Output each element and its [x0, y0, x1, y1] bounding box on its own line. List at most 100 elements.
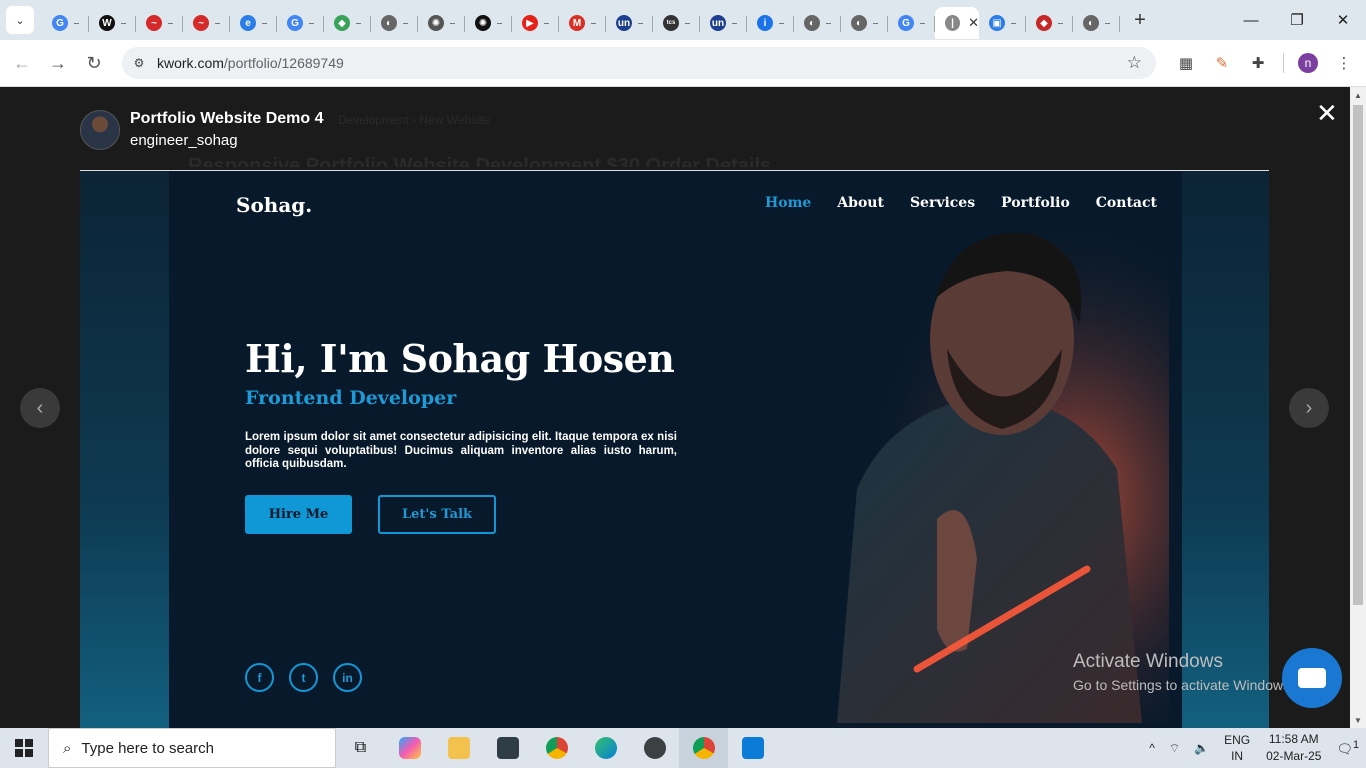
- chrome-icon: [545, 737, 568, 759]
- tab-title-fragment: [168, 22, 173, 24]
- bookmark-star-icon[interactable]: ☆: [1127, 53, 1142, 73]
- globe-icon: ◐: [851, 15, 867, 31]
- edge-button[interactable]: [581, 728, 630, 768]
- reload-button[interactable]: ↻: [76, 45, 112, 81]
- chrome-profile-button[interactable]: [679, 728, 728, 768]
- browser-tab[interactable]: ✺: [418, 7, 465, 39]
- browser-tab[interactable]: un: [606, 7, 653, 39]
- extensions-puzzle-icon[interactable]: ✚: [1240, 45, 1276, 81]
- gmail-icon: M: [569, 15, 585, 31]
- browser-tab[interactable]: ◐: [371, 7, 418, 39]
- taskbar-search-placeholder: Type here to search: [81, 739, 214, 757]
- browser-tab[interactable]: | ✕: [935, 7, 979, 39]
- tab-search-button[interactable]: ⌄: [6, 6, 34, 34]
- obs-button[interactable]: [630, 728, 679, 768]
- openai-icon: ✺: [428, 15, 444, 31]
- color-picker-icon[interactable]: ✎: [1204, 45, 1240, 81]
- site-logo: Sohag.: [236, 193, 313, 217]
- tab-title-fragment: [74, 22, 79, 24]
- chat-button[interactable]: [1282, 648, 1342, 708]
- unstop-icon: un: [616, 15, 632, 31]
- portfolio-title: Portfolio Website Demo 4: [130, 110, 324, 127]
- task-view-icon: ⧉: [354, 739, 367, 756]
- forward-button[interactable]: →: [40, 45, 76, 81]
- file-explorer-button[interactable]: [434, 728, 483, 768]
- browser-tab[interactable]: W: [89, 7, 136, 39]
- tab-title-fragment: [732, 22, 737, 24]
- browser-tab[interactable]: tcs: [653, 7, 700, 39]
- hero-portrait-image: [797, 229, 1169, 723]
- chrome-profile-icon: [692, 737, 715, 759]
- tcs-icon: tcs: [663, 15, 679, 31]
- tab-title-fragment: [1011, 22, 1016, 24]
- docs-icon: ▣: [989, 15, 1005, 31]
- address-bar[interactable]: ⚙ kwork.com/portfolio/12689749 ☆: [122, 47, 1156, 79]
- browser-tab[interactable]: ◆: [324, 7, 371, 39]
- author-avatar[interactable]: [80, 110, 120, 150]
- close-window-button[interactable]: ✕: [1320, 0, 1366, 40]
- tab-title-fragment: [685, 22, 690, 24]
- extension-grid-icon[interactable]: ▦: [1168, 45, 1204, 81]
- globe-icon: ◐: [1083, 15, 1099, 31]
- browser-tab[interactable]: ~: [183, 7, 230, 39]
- hero-title: Hi, I'm Sohag Hosen: [245, 336, 675, 381]
- browser-tab[interactable]: e: [230, 7, 277, 39]
- browser-tab[interactable]: ◐: [794, 7, 841, 39]
- back-button[interactable]: ←: [4, 45, 40, 81]
- browser-tab[interactable]: ▣: [979, 7, 1026, 39]
- task-view-button[interactable]: ⧉: [336, 728, 385, 768]
- show-hidden-icons-icon[interactable]: ^: [1142, 741, 1162, 755]
- edge-copilot-icon: e: [240, 15, 256, 31]
- youtube-icon: ▶: [522, 15, 538, 31]
- browser-tab[interactable]: G: [888, 7, 935, 39]
- profile-avatar-button[interactable]: n: [1290, 45, 1326, 81]
- browser-tab[interactable]: ~: [136, 7, 183, 39]
- browser-tab[interactable]: ◐: [1073, 7, 1120, 39]
- scroll-up-icon[interactable]: ▲: [1350, 87, 1366, 103]
- browser-tab[interactable]: un: [700, 7, 747, 39]
- start-button[interactable]: [0, 728, 48, 768]
- vscode-button[interactable]: [728, 728, 777, 768]
- lets-talk-button: Let's Talk: [378, 495, 496, 534]
- browser-tab[interactable]: ▶: [512, 7, 559, 39]
- taskbar-search[interactable]: ⌕ Type here to search: [48, 728, 336, 768]
- browser-tab[interactable]: ✺: [465, 7, 512, 39]
- new-tab-button[interactable]: +: [1126, 6, 1154, 34]
- search-icon: ⌕: [63, 739, 72, 757]
- browser-tab[interactable]: M: [559, 7, 606, 39]
- browser-tab[interactable]: ◆: [1026, 7, 1073, 39]
- chrome-button[interactable]: [532, 728, 581, 768]
- browser-tab[interactable]: G: [42, 7, 89, 39]
- info-icon: i: [757, 15, 773, 31]
- maximize-button[interactable]: ❐: [1274, 0, 1320, 40]
- tab-title-fragment: [450, 22, 455, 24]
- browser-tab[interactable]: ◐: [841, 7, 888, 39]
- author-username[interactable]: engineer_sohag: [130, 131, 324, 151]
- minimize-button[interactable]: —: [1228, 0, 1274, 40]
- tab-title-fragment: [544, 22, 549, 24]
- scroll-down-icon[interactable]: ▼: [1350, 712, 1366, 728]
- tab-title-fragment: [356, 22, 361, 24]
- clock[interactable]: 11:58 AM 02-Mar-25: [1258, 731, 1329, 765]
- close-tab-icon[interactable]: ✕: [968, 15, 979, 31]
- red-logo-icon: ~: [146, 15, 162, 31]
- arrow-right-icon: →: [49, 52, 67, 73]
- notification-center-icon[interactable]: 🗨1: [1329, 739, 1366, 757]
- next-slide-button[interactable]: ›: [1289, 388, 1329, 428]
- browser-tab[interactable]: i: [747, 7, 794, 39]
- previous-slide-button[interactable]: ‹: [20, 388, 60, 428]
- scrollbar-thumb[interactable]: [1353, 105, 1363, 605]
- media-app-button[interactable]: [483, 728, 532, 768]
- browser-menu-icon[interactable]: ⋮: [1326, 45, 1362, 81]
- tab-title-fragment: [403, 22, 408, 24]
- lang-bottom: IN: [1231, 749, 1244, 763]
- site-settings-icon[interactable]: ⚙: [130, 54, 148, 72]
- close-modal-icon[interactable]: ✕: [1316, 98, 1338, 129]
- browser-tab[interactable]: G: [277, 7, 324, 39]
- page-scrollbar[interactable]: ▲ ▼: [1350, 87, 1366, 728]
- wifi-icon[interactable]: ⌔: [1162, 741, 1187, 756]
- copilot-button[interactable]: [385, 728, 434, 768]
- volume-muted-icon[interactable]: 🔈: [1187, 741, 1216, 755]
- language-indicator[interactable]: ENG IN: [1216, 732, 1258, 764]
- browser-toolbar: ← → ↻ ⚙ kwork.com/portfolio/12689749 ☆ ▦…: [0, 40, 1366, 87]
